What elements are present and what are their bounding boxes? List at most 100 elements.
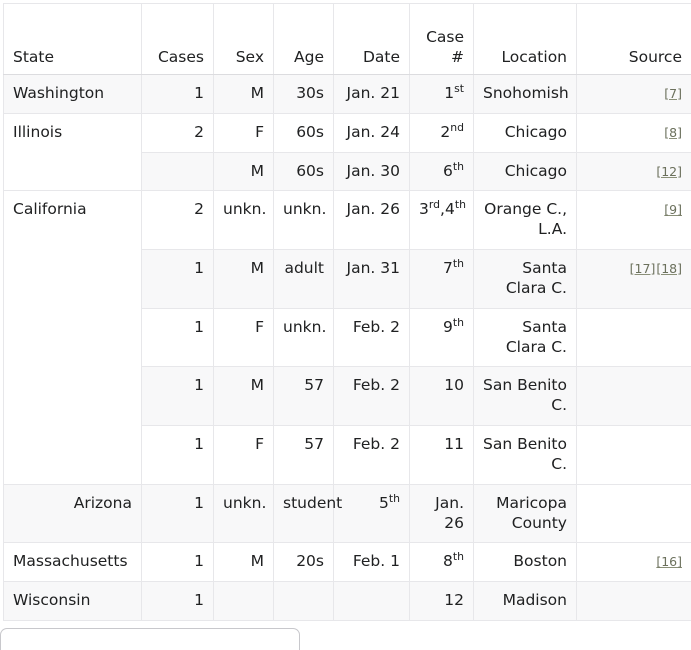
cell-source: [16] [577,543,691,582]
cell-cases: 1 [142,543,214,582]
citation-link[interactable]: [12] [656,164,682,179]
cell-source: [8] [577,113,691,152]
cell-sex: 1 [142,484,214,543]
citation-link[interactable]: [8] [664,125,682,140]
cell-case-number: 12 [410,582,474,621]
cell-cases: 1 [142,367,214,426]
cell-cases: Arizona [4,484,142,543]
column-header-case-num[interactable]: Case # [410,4,474,75]
cell-sex: F [214,308,274,367]
cell-state: California [4,191,142,484]
cell-source [577,367,691,426]
cell-case-number: 3rd,4th [410,191,474,250]
table-header: State Cases Sex Age Date Case # Location… [4,4,691,75]
ordinal-suffix: rd [429,198,440,211]
cell-date: Feb. 1 [334,543,410,582]
cell-state: Illinois [4,113,142,191]
cell-date: Feb. 2 [334,308,410,367]
table-row: Arizona1unkn.student5thJan. 26Maricopa C… [4,484,691,543]
cell-location: Chicago [474,113,577,152]
column-header-sex[interactable]: Sex [214,4,274,75]
cell-age: unkn. [214,484,274,543]
cell-location: Madison [474,582,577,621]
cell-location: Snohomish [474,75,577,114]
state-label: California [13,200,87,218]
column-header-date[interactable]: Date [334,4,410,75]
table-row: Massachusetts1M20sFeb. 18thBoston[16] [4,543,691,582]
citation-link[interactable]: [9] [664,202,682,217]
cell-age: adult [274,250,334,309]
cell-location: Santa Clara C. [474,250,577,309]
cell-date: Jan. 26 [334,191,410,250]
citation-link[interactable]: [17] [630,261,656,276]
ordinal-suffix: th [453,160,464,173]
cell-source: [12] [577,152,691,191]
cell-cases: 1 [142,75,214,114]
cell-age [274,582,334,621]
citation-link[interactable]: [7] [664,86,682,101]
cell-age: 60s [274,152,334,191]
cell-date: Jan. 21 [334,75,410,114]
column-header-location[interactable]: Location [474,4,577,75]
ordinal-suffix: th [453,550,464,563]
cell-cases: 1 [142,426,214,485]
cell-location: Chicago [474,152,577,191]
cell-case-number: 5th [334,484,410,543]
ordinal-suffix: th [453,257,464,270]
cell-sex: M [214,367,274,426]
cell-age: 57 [274,426,334,485]
cell-date [334,582,410,621]
cell-age: unkn. [274,191,334,250]
table-body: Washington1M30sJan. 211stSnohomish[7]Ill… [4,75,691,621]
cell-sex: F [214,113,274,152]
cell-case-number: 11 [410,426,474,485]
cell-cases [142,152,214,191]
cell-case-number: 10 [410,367,474,426]
cell-location: San Benito C. [474,367,577,426]
cell-sex: M [214,152,274,191]
cell-location: Boston [474,543,577,582]
cell-location: Orange C., L.A. [474,191,577,250]
cell-sex: M [214,75,274,114]
cell-cases: 1 [142,582,214,621]
cell-state: Massachusetts [4,543,142,582]
cell-source [577,582,691,621]
column-header-source[interactable]: Source [577,4,691,75]
table-row: Wisconsin 1 12Madison [4,582,691,621]
cell-cases: 1 [142,308,214,367]
cell-location: Jan. 26 [410,484,474,543]
citation-link[interactable]: [16] [656,554,682,569]
citation-link[interactable]: [18] [656,261,682,276]
cell-date: Feb. 2 [334,426,410,485]
case-table-container: State Cases Sex Age Date Case # Location… [3,3,691,621]
cell-source: [9] [577,191,691,250]
cell-source [577,426,691,485]
cell-age: 57 [274,367,334,426]
cell-cases: 2 [142,191,214,250]
bottom-partial-panel[interactable] [0,628,300,650]
ordinal-suffix: th [389,492,400,505]
cell-sex: F [214,426,274,485]
cell-date: Jan. 31 [334,250,410,309]
column-header-cases[interactable]: Cases [142,4,214,75]
cell-case-number: 8th [410,543,474,582]
cell-date: Jan. 30 [334,152,410,191]
cell-case-number: 7th [410,250,474,309]
cell-location: Santa Clara C. [474,308,577,367]
cell-source: [7] [577,75,691,114]
state-label: Massachusetts [13,552,128,570]
cell-sex: unkn. [214,191,274,250]
cell-location: San Benito C. [474,426,577,485]
cell-age: unkn. [274,308,334,367]
cell-case-number: 2nd [410,113,474,152]
state-label: Wisconsin [13,591,90,609]
cell-sex [214,582,274,621]
cell-date: student [274,484,334,543]
state-label: Illinois [13,123,62,141]
column-header-state[interactable]: State [4,4,142,75]
table-row: California2unkn.unkn.Jan. 263rd,4thOrang… [4,191,691,250]
cell-source [577,308,691,367]
cell-date: Jan. 24 [334,113,410,152]
ordinal-suffix: nd [450,121,464,134]
column-header-age[interactable]: Age [274,4,334,75]
